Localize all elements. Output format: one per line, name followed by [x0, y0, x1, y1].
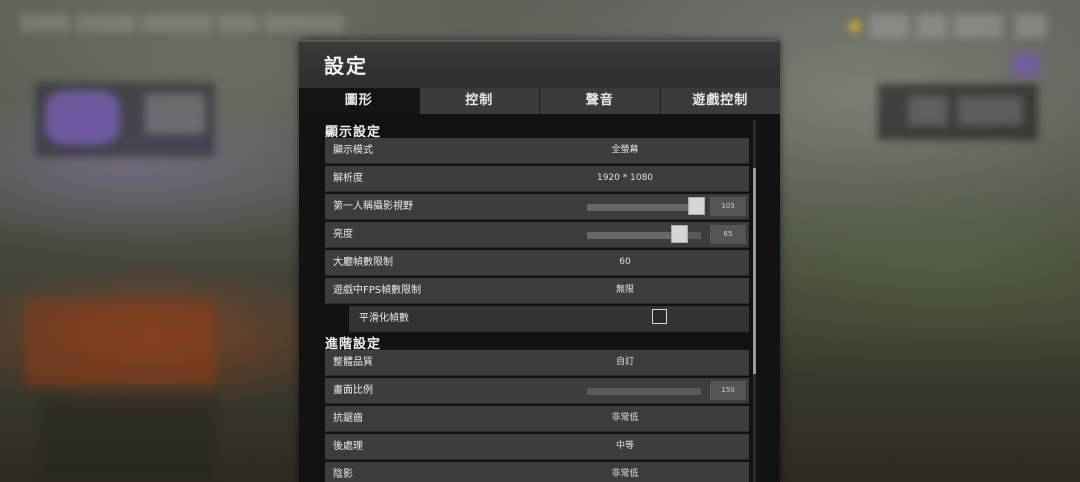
- smooth-frame-checkbox[interactable]: [652, 309, 667, 324]
- screen-scale-value-field[interactable]: 150: [710, 381, 746, 400]
- tab-gameplay[interactable]: 遊戲控制: [659, 88, 780, 114]
- setting-fov: 第一人稱攝影視野 103: [325, 194, 749, 220]
- setting-ingame-fps[interactable]: 遊戲中FPS幀數限制 無限: [325, 278, 749, 304]
- brightness-value-field[interactable]: 65: [710, 225, 746, 244]
- setting-value: 1920 * 1080: [596, 173, 654, 183]
- setting-screen-scale: 畫面比例 150: [325, 378, 749, 404]
- setting-value: 全螢幕: [611, 145, 639, 155]
- setting-label: 亮度: [333, 229, 353, 240]
- setting-label: 顯示模式: [333, 145, 373, 156]
- setting-label: 後處理: [333, 441, 363, 452]
- tab-sound[interactable]: 聲音: [539, 88, 660, 114]
- setting-label: 整體品質: [333, 357, 373, 368]
- setting-shadows[interactable]: 陰影 非常低: [325, 462, 749, 482]
- setting-label: 平滑化幀數: [359, 313, 409, 324]
- setting-label: 畫面比例: [333, 385, 373, 396]
- setting-label: 解析度: [333, 173, 363, 184]
- setting-resolution[interactable]: 解析度 1920 * 1080: [325, 166, 749, 192]
- background-badge: [1012, 52, 1040, 76]
- setting-smooth-frame: 平滑化幀數: [349, 306, 749, 332]
- settings-dialog: 設定 圖形 控制 聲音 遊戲控制 顯示設定 顯示模式 全螢幕 解析度 1920 …: [299, 40, 780, 482]
- setting-label: 抗鋸齒: [333, 413, 363, 424]
- settings-tabs: 圖形 控制 聲音 遊戲控制: [299, 88, 780, 114]
- background-event-card: [35, 82, 215, 157]
- setting-label: 遊戲中FPS幀數限制: [333, 285, 422, 296]
- fov-slider-thumb[interactable]: [687, 197, 705, 215]
- setting-label: 陰影: [333, 469, 353, 480]
- setting-lobby-fps[interactable]: 大廳幀數限制 60: [325, 250, 749, 276]
- background-character-panel: [25, 300, 215, 385]
- setting-value: 中等: [615, 441, 634, 451]
- tab-controls[interactable]: 控制: [418, 88, 539, 114]
- setting-value: 自訂: [615, 357, 634, 367]
- slider-fill: [587, 204, 697, 211]
- setting-anti-aliasing[interactable]: 抗鋸齒 非常低: [325, 406, 749, 432]
- dialog-header: 設定: [299, 40, 780, 88]
- dialog-title: 設定: [324, 54, 368, 78]
- setting-value: 非常低: [611, 413, 639, 423]
- setting-post-processing[interactable]: 後處理 中等: [325, 434, 749, 460]
- screen-scale-slider-track[interactable]: [587, 388, 701, 395]
- background-currency-bar: [845, 8, 1055, 44]
- setting-label: 第一人稱攝影視野: [333, 201, 413, 212]
- setting-label: 大廳幀數限制: [333, 257, 393, 268]
- setting-brightness: 亮度 65: [325, 222, 749, 248]
- tab-graphics[interactable]: 圖形: [299, 88, 419, 114]
- slider-fill: [587, 232, 680, 239]
- background-right-panel: [878, 84, 1038, 140]
- setting-overall-quality[interactable]: 整體品質 自訂: [325, 350, 749, 376]
- fov-value-field[interactable]: 103: [710, 197, 746, 216]
- scrollbar-thumb[interactable]: [753, 168, 756, 374]
- background-menu-list: [40, 395, 215, 480]
- fov-slider-track[interactable]: [587, 204, 701, 211]
- settings-content: 顯示設定 顯示模式 全螢幕 解析度 1920 * 1080 第一人稱攝影視野 1…: [299, 114, 780, 482]
- setting-value: 非常低: [611, 469, 639, 479]
- setting-value: 60: [619, 257, 631, 267]
- brightness-slider-thumb[interactable]: [670, 225, 688, 243]
- setting-display-mode[interactable]: 顯示模式 全螢幕: [325, 138, 749, 164]
- setting-value: 無限: [615, 285, 634, 295]
